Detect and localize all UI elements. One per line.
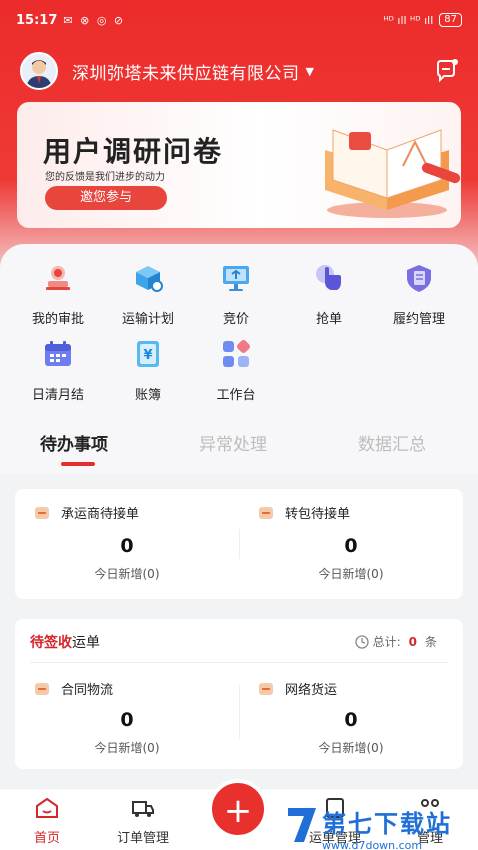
header: 深圳弥塔未来供应链有限公司 ▼ [20, 50, 460, 92]
menu-item-workbench[interactable]: 工作台 [191, 338, 281, 403]
join-survey-button[interactable]: 邀您参与 [45, 186, 167, 210]
nav-home[interactable]: 首页 [0, 797, 97, 846]
chevron-down-icon[interactable]: ▼ [306, 65, 314, 78]
cell-today-new: 今日新增(0) [94, 567, 160, 581]
signal-icon: ᴴᴰ ıll ᴴᴰ ıll [383, 13, 434, 27]
menu-label: 日清月结 [31, 388, 84, 403]
tab-data-summary[interactable]: 数据汇总 [358, 430, 426, 455]
status-time: 15:17 [16, 12, 58, 28]
order-icon [35, 682, 49, 695]
nav-label: 订单管理 [116, 831, 169, 846]
cell-title: 网络货运 [285, 683, 338, 698]
menu-item-grab-order[interactable]: 抢单 [284, 262, 374, 327]
menu-item-bidding[interactable]: 竞价 [191, 262, 281, 327]
cell-title: 承运商待接单 [61, 507, 140, 522]
menu-label: 我的审批 [31, 312, 84, 327]
watermark-text: 第七下载站 [322, 810, 452, 838]
clock-icon [354, 634, 369, 649]
fulfillment-icon [407, 265, 431, 292]
menu-label: 运输计划 [121, 312, 174, 327]
transport-plan-icon [136, 266, 163, 292]
cell-today-new: 今日新增(0) [318, 741, 384, 755]
cell-title: 合同物流 [61, 683, 114, 698]
message-icon[interactable] [434, 58, 460, 84]
company-name[interactable]: 深圳弥塔未来供应链有限公司 [72, 59, 300, 84]
menu-label: 履约管理 [392, 312, 445, 327]
bidding-icon [223, 266, 249, 291]
watermark-logo-icon [288, 808, 316, 842]
add-button[interactable]: + [208, 779, 268, 839]
status-notification-icons: ✉ ⊗ ◎ ⊘ [63, 13, 126, 27]
menu-item-ledger[interactable]: ¥ 账簿 [103, 338, 193, 403]
avatar[interactable] [20, 52, 58, 90]
cell-count: 0 [120, 535, 134, 557]
svg-text:¥: ¥ [143, 348, 152, 363]
tab-todo[interactable]: 待办事项 [40, 430, 108, 455]
cell-count: 0 [344, 709, 358, 731]
workbench-icon [223, 339, 251, 367]
survey-banner[interactable]: 用户调研问卷 您的反馈是我们进步的动力 邀您参与 [17, 102, 461, 228]
order-icon [35, 506, 49, 519]
home-icon [36, 797, 58, 818]
cell-today-new: 今日新增(0) [94, 741, 160, 755]
nav-label: 首页 [33, 831, 60, 846]
status-bar: 15:17 ✉ ⊗ ◎ ⊘ ᴴᴰ ıll ᴴᴰ ıll 87 [0, 0, 478, 40]
cell-count: 0 [120, 709, 134, 731]
tab-exceptions[interactable]: 异常处理 [199, 430, 267, 455]
menu-label: 账簿 [134, 388, 161, 403]
menu-item-settlement[interactable]: 日清月结 [13, 338, 103, 403]
total-count: 总计: 0 条 [354, 633, 437, 650]
menu-item-approval[interactable]: 我的审批 [13, 262, 103, 327]
approval-icon [46, 266, 70, 290]
menu-item-fulfillment[interactable]: 履约管理 [374, 262, 464, 327]
order-icon [259, 682, 273, 695]
banner-title: 用户调研问卷 [43, 135, 224, 168]
truck-icon [132, 801, 154, 817]
grab-order-icon [316, 265, 341, 290]
pending-sign-card: 待签收运单 总计: 0 条 合同物流 0 今日新增(0) 网络货运 0 今日新增(0… [15, 619, 463, 769]
menu-label: 竞价 [222, 312, 249, 327]
order-icon [259, 506, 273, 519]
cell-count: 0 [344, 535, 358, 557]
tab-bar: 待办事项 异常处理 数据汇总 [0, 430, 478, 472]
book-illustration-icon [325, 129, 461, 218]
menu-label: 抢单 [315, 312, 342, 327]
cell-title: 转包待接单 [285, 507, 351, 522]
settlement-calendar-icon [45, 341, 71, 366]
ledger-icon: ¥ [137, 341, 159, 367]
todo-card: 承运商待接单 0 今日新增(0) 转包待接单 0 今日新增(0) [15, 489, 463, 599]
watermark: 第七下载站 www.d7down.com [282, 800, 478, 850]
watermark-url: www.d7down.com [322, 839, 423, 850]
menu-label: 工作台 [216, 388, 256, 403]
menu-item-transport-plan[interactable]: 运输计划 [103, 262, 193, 327]
active-tab-indicator [61, 462, 95, 466]
cell-today-new: 今日新增(0) [318, 567, 384, 581]
pending-sign-title: 待签收运单 [30, 635, 100, 651]
banner-subtitle: 您的反馈是我们进步的动力 [45, 172, 165, 183]
divider [30, 662, 448, 663]
battery-icon: 87 [439, 13, 462, 27]
nav-orders[interactable]: 订单管理 [93, 797, 193, 846]
